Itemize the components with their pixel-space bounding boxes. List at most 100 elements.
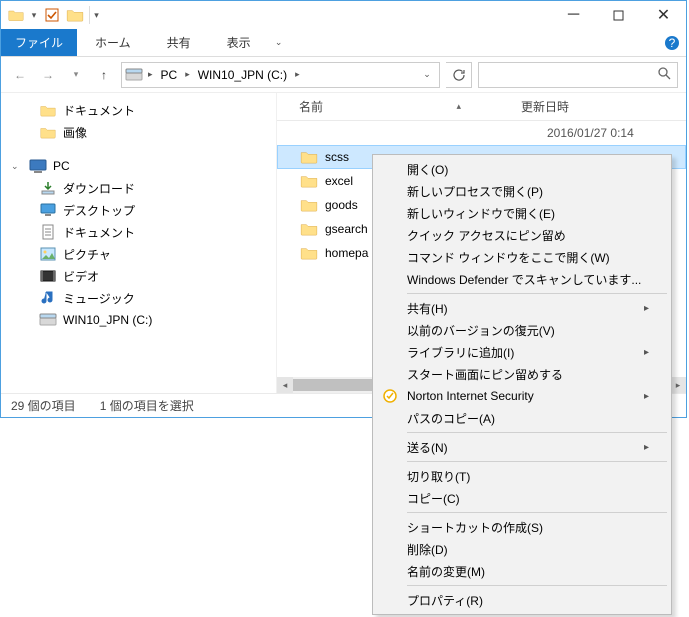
tree-downloads[interactable]: ダウンロード <box>5 177 272 199</box>
app-icon-dropdown[interactable]: ▾ <box>29 6 39 24</box>
ctx-copy[interactable]: コピー(C) <box>375 487 669 509</box>
ctx-label: 削除(D) <box>407 541 448 558</box>
ctx-label: 共有(H) <box>407 300 448 317</box>
drive-icon <box>39 311 57 329</box>
ribbon-expand-button[interactable]: ⌄ <box>269 29 289 56</box>
ctx-share[interactable]: 共有(H)▸ <box>375 297 669 319</box>
chevron-right-icon[interactable]: ▸ <box>146 69 155 80</box>
column-name[interactable]: 名前▴ <box>299 98 521 115</box>
properties-icon[interactable] <box>43 6 61 24</box>
search-box[interactable] <box>478 62 678 88</box>
column-date[interactable]: 更新日時 <box>521 98 686 115</box>
ctx-label: ショートカットの作成(S) <box>407 519 543 536</box>
ctx-delete[interactable]: 削除(D) <box>375 538 669 560</box>
tree-label: 画像 <box>63 124 87 141</box>
ctx-label: 名前の変更(M) <box>407 563 485 580</box>
downloads-icon <box>39 179 57 197</box>
ctx-open-new-process[interactable]: 新しいプロセスで開く(P) <box>375 180 669 202</box>
ctx-defender-scan[interactable]: Windows Defender でスキャンしています... <box>375 268 669 290</box>
expand-icon[interactable]: ⌄ <box>11 161 23 172</box>
breadcrumb-drive[interactable]: WIN10_JPN (C:) <box>194 66 291 84</box>
address-dropdown[interactable]: ⌄ <box>417 69 437 80</box>
maximize-button[interactable] <box>596 1 641 29</box>
sort-ascending-icon: ▴ <box>456 101 461 112</box>
pc-icon <box>29 157 47 175</box>
ctx-separator <box>407 585 667 586</box>
refresh-button[interactable] <box>446 62 472 88</box>
ctx-rename[interactable]: 名前の変更(M) <box>375 560 669 582</box>
ctx-separator <box>407 512 667 513</box>
ctx-label: Norton Internet Security <box>407 389 534 403</box>
qat-dropdown[interactable]: ▾ <box>89 6 99 24</box>
pictures-icon <box>39 245 57 263</box>
drive-icon <box>124 65 144 85</box>
titlebar: ▾ ▾ ─ ✕ <box>1 1 686 29</box>
scroll-right-button[interactable]: ▸ <box>670 377 686 393</box>
tree-images-shortcut[interactable]: 画像 <box>5 121 272 143</box>
minimize-button[interactable]: ─ <box>551 1 596 29</box>
tree-label: ダウンロード <box>63 180 135 197</box>
home-tab[interactable]: ホーム <box>77 29 149 56</box>
ctx-open-command-window[interactable]: コマンド ウィンドウをここで開く(W) <box>375 246 669 268</box>
new-folder-icon[interactable] <box>65 6 85 24</box>
ctx-copy-path[interactable]: パスのコピー(A) <box>375 407 669 429</box>
address-bar[interactable]: ▸ PC ▸ WIN10_JPN (C:) ▸ ⌄ <box>121 62 440 88</box>
scroll-left-button[interactable]: ◂ <box>277 377 293 393</box>
tree-label: WIN10_JPN (C:) <box>63 313 152 327</box>
close-button[interactable]: ✕ <box>641 1 686 29</box>
breadcrumb-pc[interactable]: PC <box>157 66 182 84</box>
ctx-restore-previous[interactable]: 以前のバージョンの復元(V) <box>375 319 669 341</box>
ctx-properties[interactable]: プロパティ(R) <box>375 589 669 611</box>
tree-drive[interactable]: WIN10_JPN (C:) <box>5 309 272 331</box>
desktop-icon <box>39 201 57 219</box>
ctx-open-new-window[interactable]: 新しいウィンドウで開く(E) <box>375 202 669 224</box>
ctx-label: コピー(C) <box>407 490 460 507</box>
ctx-separator <box>407 461 667 462</box>
ctx-label: スタート画面にピン留めする <box>407 366 563 383</box>
tree-desktop[interactable]: デスクトップ <box>5 199 272 221</box>
ctx-label: ライブラリに追加(I) <box>407 344 514 361</box>
tree-pc[interactable]: ⌄PC <box>5 155 272 177</box>
app-icon[interactable] <box>7 6 25 24</box>
videos-icon <box>39 267 57 285</box>
ctx-label: 開く(O) <box>407 161 448 178</box>
help-button[interactable]: ? <box>658 29 686 56</box>
chevron-right-icon[interactable]: ▸ <box>183 69 192 80</box>
forward-button[interactable]: → <box>37 63 59 87</box>
ctx-label: 新しいプロセスで開く(P) <box>407 183 543 200</box>
file-row-blank[interactable]: 2016/01/27 0:14 <box>277 121 686 145</box>
tree-documents[interactable]: ドキュメント <box>5 221 272 243</box>
ctx-label: プロパティ(R) <box>407 592 483 609</box>
ctx-pin-start[interactable]: スタート画面にピン留めする <box>375 363 669 385</box>
tree-videos[interactable]: ビデオ <box>5 265 272 287</box>
back-button[interactable]: ← <box>9 63 31 87</box>
view-tab[interactable]: 表示 <box>209 29 269 56</box>
norton-icon <box>381 387 399 405</box>
ctx-send-to[interactable]: 送る(N)▸ <box>375 436 669 458</box>
ctx-open[interactable]: 開く(O) <box>375 158 669 180</box>
ctx-create-shortcut[interactable]: ショートカットの作成(S) <box>375 516 669 538</box>
ctx-separator <box>407 432 667 433</box>
quick-access-toolbar: ▾ ▾ <box>1 4 105 26</box>
context-menu: 開く(O) 新しいプロセスで開く(P) 新しいウィンドウで開く(E) クイック … <box>372 154 672 615</box>
column-headers: 名前▴ 更新日時 <box>277 93 686 121</box>
tree-documents-shortcut[interactable]: ドキュメント <box>5 99 272 121</box>
ctx-label: 切り取り(T) <box>407 468 470 485</box>
ctx-pin-quick-access[interactable]: クイック アクセスにピン留め <box>375 224 669 246</box>
chevron-right-icon[interactable]: ▸ <box>293 69 302 80</box>
file-date: 2016/01/27 0:14 <box>547 126 686 140</box>
ctx-cut[interactable]: 切り取り(T) <box>375 465 669 487</box>
folder-icon <box>39 101 57 119</box>
up-button[interactable]: ↑ <box>93 63 115 87</box>
tree-label: ピクチャ <box>63 246 111 263</box>
navigation-bar: ← → ▾ ↑ ▸ PC ▸ WIN10_JPN (C:) ▸ ⌄ <box>1 57 686 93</box>
tree-pictures[interactable]: ピクチャ <box>5 243 272 265</box>
tree-music[interactable]: ミュージック <box>5 287 272 309</box>
navigation-pane: ドキュメント 画像 ⌄PC ダウンロード デスクトップ ドキュメント ピクチャ … <box>1 93 277 393</box>
ctx-add-library[interactable]: ライブラリに追加(I)▸ <box>375 341 669 363</box>
tree-label: ドキュメント <box>63 224 135 241</box>
share-tab[interactable]: 共有 <box>149 29 209 56</box>
recent-dropdown[interactable]: ▾ <box>65 63 87 87</box>
file-tab[interactable]: ファイル <box>1 29 77 56</box>
ctx-norton[interactable]: Norton Internet Security▸ <box>375 385 669 407</box>
